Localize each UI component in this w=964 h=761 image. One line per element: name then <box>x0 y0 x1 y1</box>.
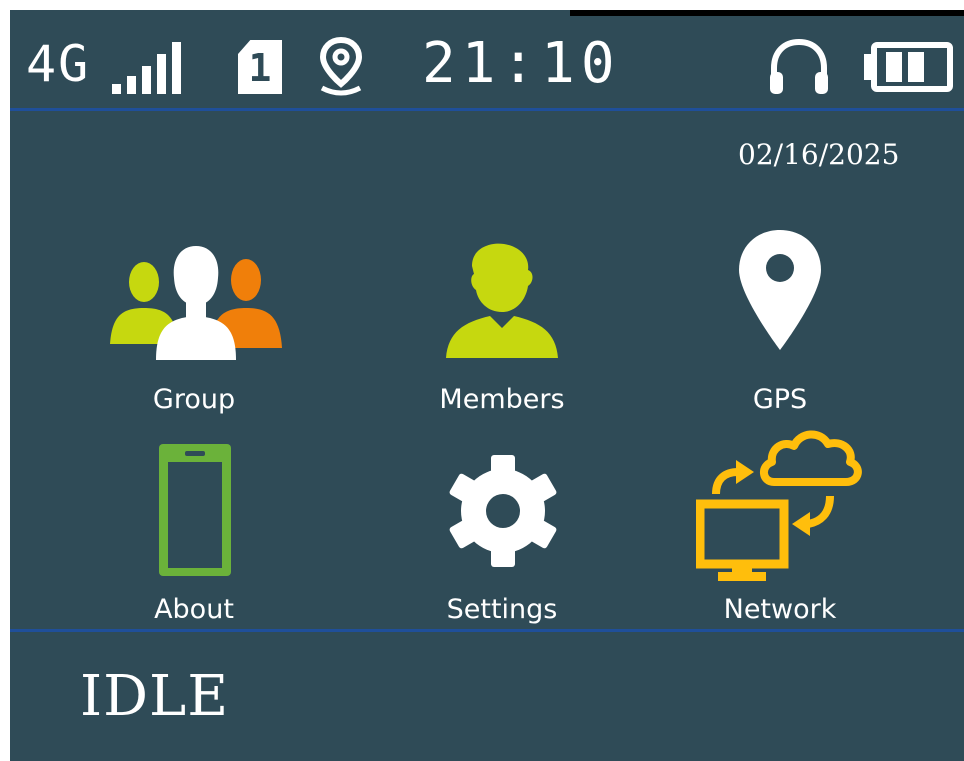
location-pin-icon <box>319 36 363 96</box>
menu-label-about: About <box>154 594 234 625</box>
call-status: IDLE <box>80 664 230 729</box>
gear-icon <box>449 455 557 567</box>
bottom-divider <box>10 629 964 632</box>
menu-label-network: Network <box>723 594 837 625</box>
network-cloud-icon <box>696 430 862 581</box>
menu-label-group: Group <box>152 384 236 415</box>
menu-item-members[interactable]: Members <box>372 236 632 416</box>
menu-item-gps[interactable]: GPS <box>650 230 910 416</box>
menu-label-settings: Settings <box>446 594 558 625</box>
headphones-icon <box>770 38 828 94</box>
sim-card-icon: 1 <box>238 40 282 94</box>
signal-bars-icon <box>112 42 192 94</box>
battery-icon <box>864 42 953 92</box>
map-pin-icon <box>739 230 821 350</box>
top-divider <box>10 108 964 111</box>
phone-icon <box>159 444 231 576</box>
group-icon <box>110 246 282 360</box>
menu-item-network[interactable]: Network <box>650 430 910 625</box>
status-bar: 4G 1 21:10 <box>10 10 964 108</box>
clock-time: 21:10 <box>422 31 621 96</box>
date-display: 02/16/2025 <box>738 138 900 171</box>
device-screen: 4G 1 21:10 02/16/2025 Group Members GPS … <box>10 10 964 761</box>
menu-item-settings[interactable]: Settings <box>372 444 632 625</box>
menu-label-gps: GPS <box>752 384 808 415</box>
menu-item-group[interactable]: Group <box>64 236 324 416</box>
network-type: 4G <box>26 35 91 93</box>
menu-label-members: Members <box>439 384 565 415</box>
menu-item-about[interactable]: About <box>64 444 324 625</box>
sim-slot-number: 1 <box>248 46 272 90</box>
member-icon <box>446 243 558 358</box>
